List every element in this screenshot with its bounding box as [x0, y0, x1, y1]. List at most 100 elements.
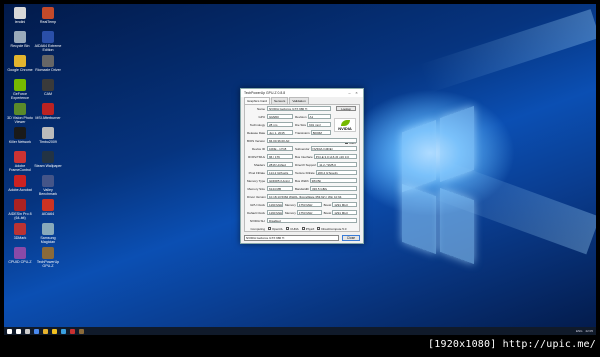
desktop-icon[interactable]: CPUID CPU-Z [6, 247, 34, 264]
taskbar: ENG 22:05 [4, 327, 596, 335]
taskbar-icons [16, 328, 84, 334]
desktop-icon[interactable]: Adobe Acrobat [6, 175, 34, 192]
info-sub-value: 336.5 GB/s [310, 186, 357, 191]
graphics-card-panel: Lookup NVIDIA UEFI Computing OpenCL CUDA P… [244, 104, 360, 232]
close-button[interactable]: Close [342, 235, 360, 241]
taskbar-app-icon[interactable] [52, 328, 57, 334]
info-label: Release Date [247, 130, 266, 135]
taskbar-app-icon[interactable] [79, 328, 84, 334]
desktop-icon-label: Adobe FrameControl [9, 164, 31, 172]
taskbar-app-icon[interactable] [16, 328, 21, 334]
taskbar-app-icon[interactable] [70, 328, 75, 334]
gpu-select[interactable]: NVIDIA GeForce GTX 980 Ti [244, 235, 339, 241]
info-sub-value: 384 Bit [309, 178, 357, 183]
tab-validation[interactable]: Validation [289, 97, 309, 104]
desktop-icon[interactable]: Google Chrome [6, 55, 34, 72]
info-sub-label: Bus Interface [295, 154, 313, 159]
desktop-icon[interactable]: Adobe FrameControl [6, 151, 34, 172]
desktop-icon[interactable]: AIDESin Pro 8 (64-bit) [6, 199, 34, 220]
desktop-icon[interactable]: AIDA64 Extreme Edition [34, 31, 62, 52]
info-label: GPU Clock [250, 202, 265, 207]
desktop-icon[interactable]: Samsung Magician [34, 223, 62, 244]
info-sub-label: DirectX Support [295, 162, 317, 167]
desktop-icon-label: Valley Benchmark [38, 188, 58, 196]
info-label: BIOS Version [247, 138, 266, 143]
taskbar-app-icon[interactable] [61, 328, 66, 334]
desktop-icon[interactable]: Riomaxle Driver [34, 55, 62, 72]
app-icon [42, 79, 54, 91]
info-sub-value: 1753 MHz [296, 202, 322, 207]
info-sub-value: 601 mm² [307, 122, 331, 127]
info-row: Device ID 10DE - 17C8 Subvendor NVIDIA (10D… [247, 146, 357, 151]
desktop-icon-label: Google Chrome [7, 68, 33, 72]
taskbar-app-icon[interactable] [25, 328, 30, 334]
info-label: Default Clock [247, 210, 265, 215]
window-pane [440, 187, 474, 265]
app-icon [42, 175, 54, 187]
minimize-icon[interactable]: – [346, 90, 353, 96]
desktop-icon[interactable]: Recycle Bin [6, 31, 34, 48]
desktop-icon-label: lendini [14, 20, 26, 24]
taskbar-app-icon[interactable] [43, 328, 48, 334]
desktop-icon-label: TechPowerUp GPU-Z [36, 260, 60, 268]
language-indicator[interactable]: ENG [576, 329, 583, 333]
desktop-icon[interactable]: MSI Afterburner [34, 103, 62, 120]
info-value: 114.2 GPixel/s [267, 170, 293, 175]
info-sub-value: 8000M [310, 130, 331, 135]
desktop-icon[interactable]: Killer Network [6, 127, 34, 144]
info-sub-label: Revision [295, 114, 307, 119]
app-icon [14, 151, 26, 163]
desktop-icon[interactable]: 3D Vision Photo Viewer [6, 103, 34, 124]
info-row: Memory Size 6144 MB Bandwidth 336.5 GB/s [247, 186, 357, 191]
lookup-button[interactable]: Lookup [336, 106, 356, 111]
desktop-icon[interactable]: AIDA64 [34, 199, 62, 216]
info-sub-value: A1 [307, 114, 331, 119]
info-label: ROPs/TMUs [248, 154, 265, 159]
desktop-icon[interactable]: Valley Benchmark [34, 175, 62, 196]
computing-checkbox[interactable]: PhysX [301, 226, 314, 231]
app-icon [14, 31, 26, 43]
desktop-icon[interactable]: lendini [6, 7, 34, 24]
gpuz-titlebar[interactable]: TechPowerUp GPU-Z 0.8.8 – × [241, 89, 363, 97]
desktop: lendini RealTemp Recycle Bin AIDA64 Extreme… [4, 4, 596, 335]
desktop-icon[interactable]: GeForce Experience [6, 79, 34, 100]
desktop-icon-label: Recycle Bin [10, 44, 30, 48]
desktop-icon[interactable]: RealTemp [34, 7, 62, 24]
info-sub-label: Texture Fillrate [295, 170, 315, 175]
start-icon[interactable] [7, 328, 12, 334]
desktop-icon[interactable]: 3DMark [6, 223, 34, 240]
tab-bar: Graphics Card Sensors Validation [241, 97, 363, 104]
app-icon [14, 199, 26, 211]
computing-checkbox[interactable]: DirectCompute 5.0 [317, 226, 346, 231]
light-beam [419, 9, 596, 94]
taskbar-app-icon[interactable] [34, 328, 39, 334]
desktop-icon[interactable]: TechPowerUp GPU-Z [34, 247, 62, 268]
desktop-icon[interactable]: CAM [34, 79, 62, 96]
info-sub-label: Memory [285, 202, 296, 207]
desktop-icon-label: Timbo2009 [39, 140, 57, 144]
info-row: GPU Clock 1190 MHz Memory 1753 MHz Boost 1291… [247, 202, 358, 207]
info-value: NVIDIA GeForce GTX 980 Ti [267, 106, 331, 111]
computing-checkbox[interactable]: OpenCL [268, 226, 283, 231]
tab-sensors[interactable]: Sensors [270, 97, 289, 104]
nvidia-logo-text: NVIDIA [338, 126, 352, 131]
info-sub-value: 11.2 / SM5.0 [317, 162, 357, 167]
computing-checkbox[interactable]: CUDA [286, 226, 299, 231]
desktop-icon[interactable]: Timbo2009 [34, 127, 62, 144]
info-row: Driver Version 10.18.13.5362 WHQL (ForceW… [247, 194, 357, 199]
info-sub-value: 1291 MHz [332, 202, 358, 207]
desktop-icon[interactable]: Steam Wallpaper [34, 151, 62, 168]
clock[interactable]: 22:05 [585, 329, 593, 333]
close-icon[interactable]: × [353, 90, 360, 96]
info-value: 6144 MB [267, 186, 293, 191]
app-icon [14, 55, 26, 67]
checkbox-icon [301, 226, 305, 230]
app-icon [42, 31, 54, 43]
computing-items: OpenCL CUDA PhysX DirectCompute 5.0 [268, 226, 346, 231]
info-value: Jun 1, 2015 [267, 130, 293, 135]
info-value: Disabled [267, 218, 357, 223]
info-label: Memory Size [247, 186, 265, 191]
app-icon [14, 223, 26, 235]
tab-graphics-card[interactable]: Graphics Card [244, 97, 270, 104]
desktop-icon-label: CAM [44, 92, 52, 96]
